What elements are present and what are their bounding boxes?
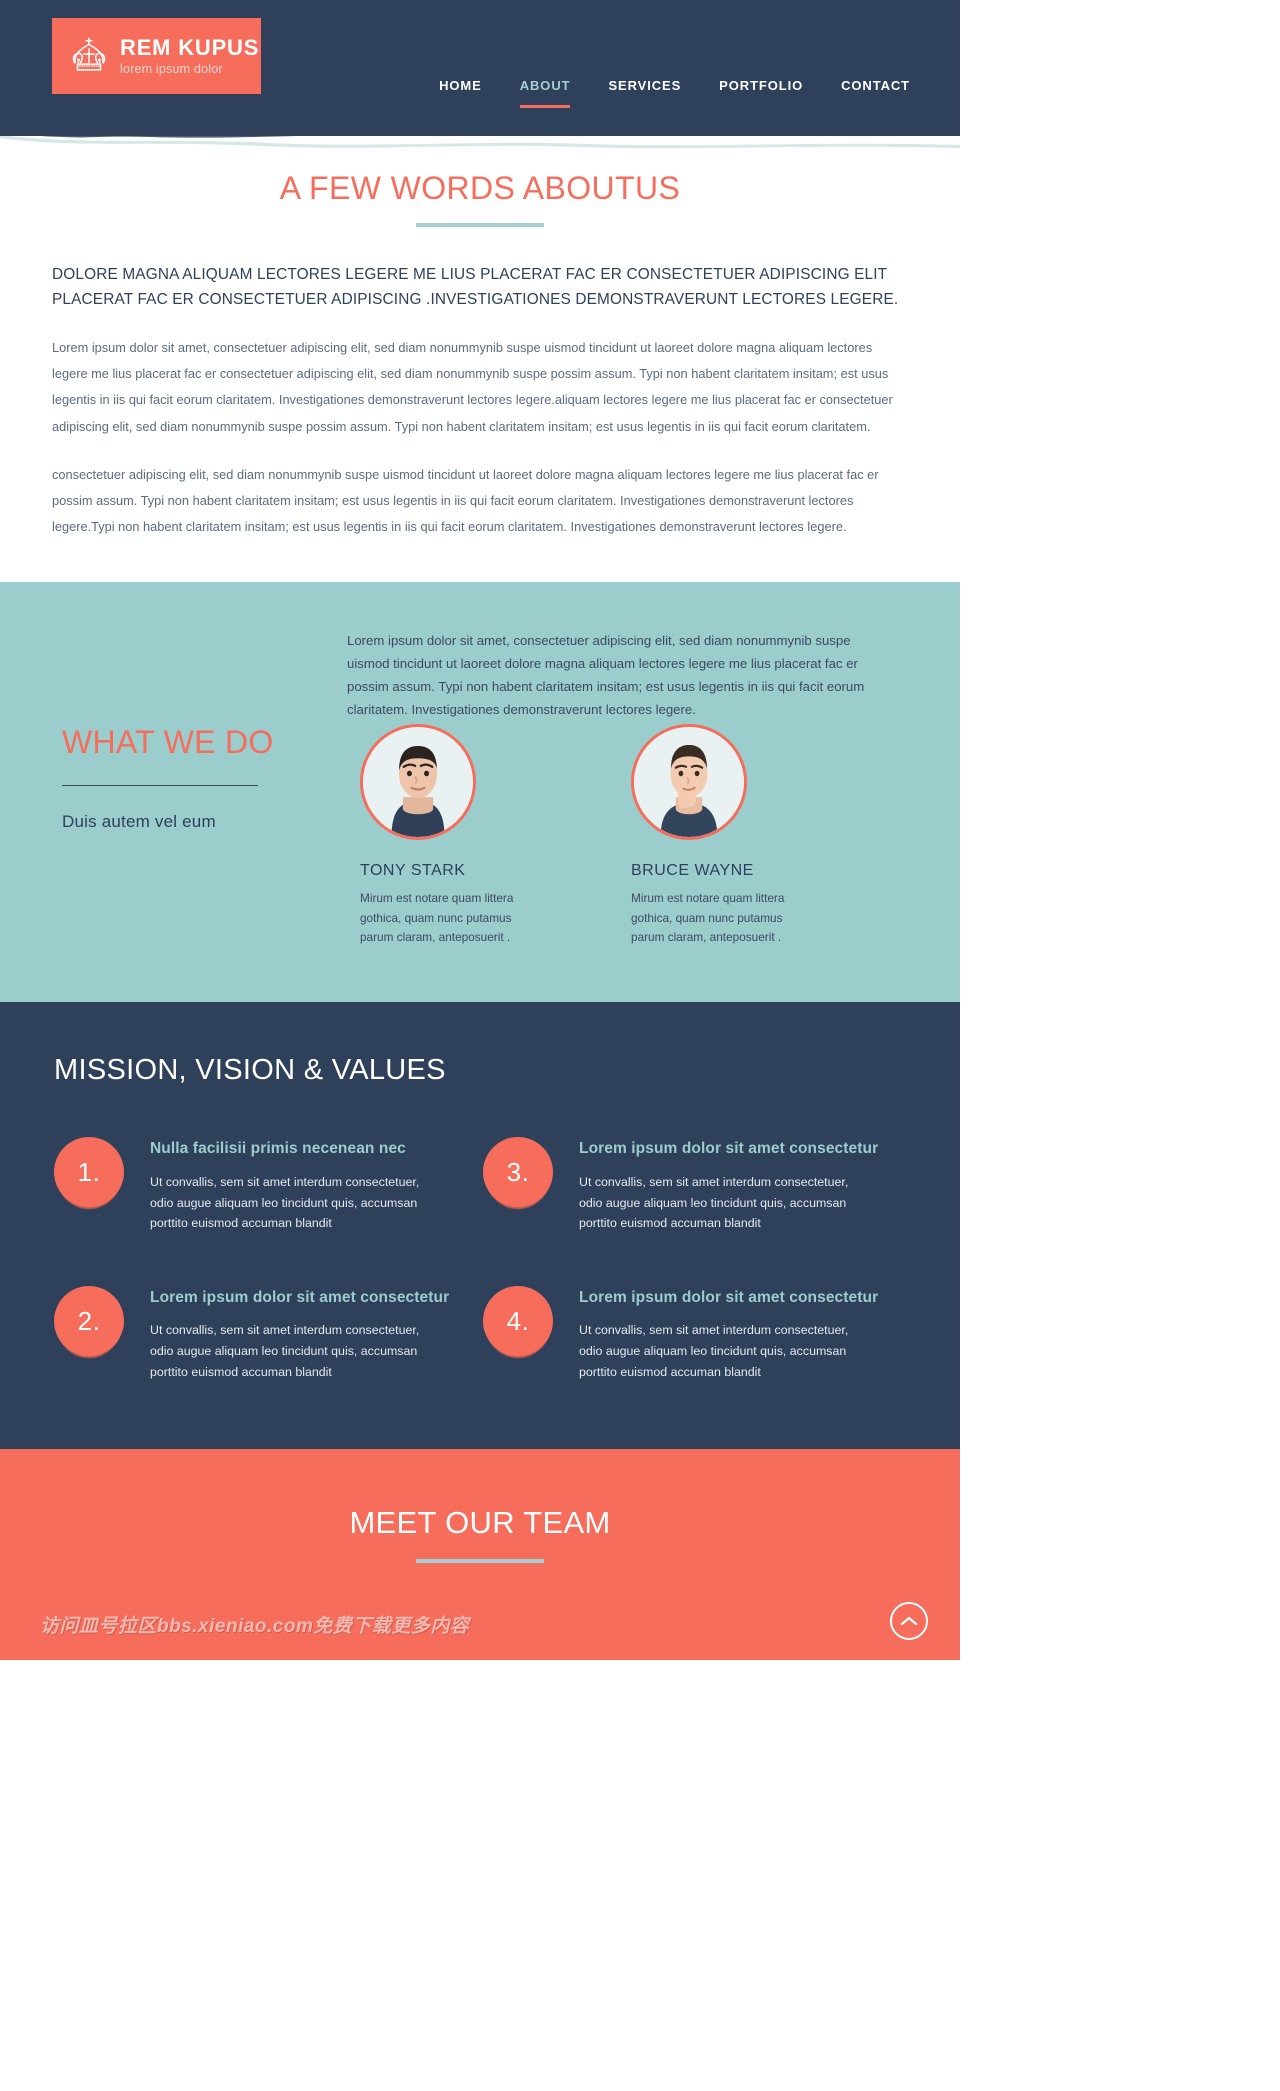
what-we-do-intro-text: Lorem ipsum dolor sit amet, consectetuer… bbox=[347, 633, 865, 717]
about-paragraph-2: consectetuer adipiscing elit, sed diam n… bbox=[52, 466, 879, 535]
logo-subtitle: lorem ipsum dolor bbox=[120, 61, 223, 76]
team-member-description: Mirum est notare quam littera gothica, q… bbox=[631, 891, 785, 944]
mission-section-title: MISSION, VISION & VALUES bbox=[54, 1054, 446, 1087]
what-we-do-subtitle: Duis autem vel eum bbox=[62, 812, 216, 832]
crown-icon bbox=[66, 33, 112, 79]
mission-item: 2. Lorem ipsum dolor sit amet consectetu… bbox=[54, 1284, 477, 1383]
main-navigation[interactable]: HOME ABOUT SERVICES PORTFOLIO CONTACT bbox=[439, 78, 910, 108]
team-member-name: TONY STARK bbox=[360, 862, 466, 880]
mission-item-heading: Lorem ipsum dolor sit amet consectetur bbox=[579, 1289, 879, 1307]
nav-item-services[interactable]: SERVICES bbox=[608, 78, 681, 105]
mission-item-text: Ut convallis, sem sit amet interdum cons… bbox=[579, 1323, 849, 1380]
number-badge: 4. bbox=[483, 1286, 553, 1359]
mission-item-heading: Nulla facilisii primis necenean nec bbox=[150, 1140, 406, 1158]
mission-item: 4. Lorem ipsum dolor sit amet consectetu… bbox=[483, 1284, 906, 1383]
mission-vision-values-section: MISSION, VISION & VALUES 1. Nulla facili… bbox=[0, 1002, 960, 1449]
number-badge-label: 1. bbox=[54, 1137, 124, 1208]
avatar bbox=[631, 724, 747, 841]
team-member-description: Mirum est notare quam littera gothica, q… bbox=[360, 891, 514, 944]
what-we-do-section: WHAT WE DO Duis autem vel eum Lorem ipsu… bbox=[0, 582, 960, 1003]
number-badge-label: 2. bbox=[54, 1286, 124, 1357]
mission-item-text: Ut convallis, sem sit amet interdum cons… bbox=[150, 1323, 420, 1380]
mission-item-text: Ut convallis, sem sit amet interdum cons… bbox=[579, 1174, 849, 1231]
scroll-to-top-button[interactable] bbox=[890, 1601, 928, 1640]
site-header: REM KUPUS lorem ipsum dolor HOME ABOUT S… bbox=[0, 0, 960, 136]
chevron-up-icon bbox=[900, 1615, 918, 1627]
number-badge-label: 4. bbox=[483, 1286, 553, 1357]
number-badge: 2. bbox=[54, 1286, 124, 1359]
page-title: A FEW WORDS ABOUTUS bbox=[279, 170, 681, 206]
avatar bbox=[360, 724, 476, 841]
title-underline bbox=[416, 223, 544, 227]
mission-item: 3. Lorem ipsum dolor sit amet consectetu… bbox=[483, 1135, 906, 1234]
about-paragraph-1: Lorem ipsum dolor sit amet, consectetuer… bbox=[52, 339, 893, 434]
about-section: A FEW WORDS ABOUTUS DOLORE MAGNA ALIQUAM… bbox=[0, 136, 960, 583]
nav-item-portfolio[interactable]: PORTFOLIO bbox=[719, 78, 803, 105]
logo-title: REM KUPUS bbox=[120, 34, 260, 60]
nav-item-contact[interactable]: CONTACT bbox=[841, 78, 910, 105]
site-logo[interactable]: REM KUPUS lorem ipsum dolor bbox=[52, 18, 261, 94]
nav-item-about[interactable]: ABOUT bbox=[519, 78, 571, 108]
mission-items-grid: 1. Nulla facilisii primis necenean nec U… bbox=[54, 1135, 906, 1382]
meet-our-team-title: MEET OUR TEAM bbox=[349, 1504, 611, 1540]
team-member-name: BRUCE WAYNE bbox=[631, 862, 754, 880]
what-we-do-heading-block: WHAT WE DO Duis autem vel eum bbox=[62, 724, 332, 832]
about-lead-text: DOLORE MAGNA ALIQUAM LECTORES LEGERE ME … bbox=[52, 266, 899, 308]
number-badge: 1. bbox=[54, 1137, 124, 1210]
team-member-card[interactable]: TONY STARK Mirum est notare quam littera… bbox=[347, 724, 577, 946]
watermark-text: 访问皿号拉区bbs.xieniao.com免费下载更多内容 bbox=[40, 1615, 470, 1637]
mission-item-heading: Lorem ipsum dolor sit amet consectetur bbox=[150, 1289, 450, 1307]
mission-item-heading: Lorem ipsum dolor sit amet consectetur bbox=[579, 1140, 879, 1158]
meet-our-team-underline bbox=[416, 1558, 544, 1563]
mission-item-text: Ut convallis, sem sit amet interdum cons… bbox=[150, 1174, 420, 1231]
nav-item-home[interactable]: HOME bbox=[439, 78, 482, 105]
team-member-card[interactable]: BRUCE WAYNE Mirum est notare quam litter… bbox=[618, 724, 848, 946]
meet-our-team-section: MEET OUR TEAM 访问皿号拉区bbs.xieniao.com免费下载更… bbox=[0, 1448, 960, 1660]
what-we-do-underline bbox=[62, 785, 258, 787]
mission-item: 1. Nulla facilisii primis necenean nec U… bbox=[54, 1135, 477, 1234]
number-badge-label: 3. bbox=[483, 1137, 553, 1208]
number-badge: 3. bbox=[483, 1137, 553, 1210]
what-we-do-title: WHAT WE DO bbox=[62, 724, 274, 761]
